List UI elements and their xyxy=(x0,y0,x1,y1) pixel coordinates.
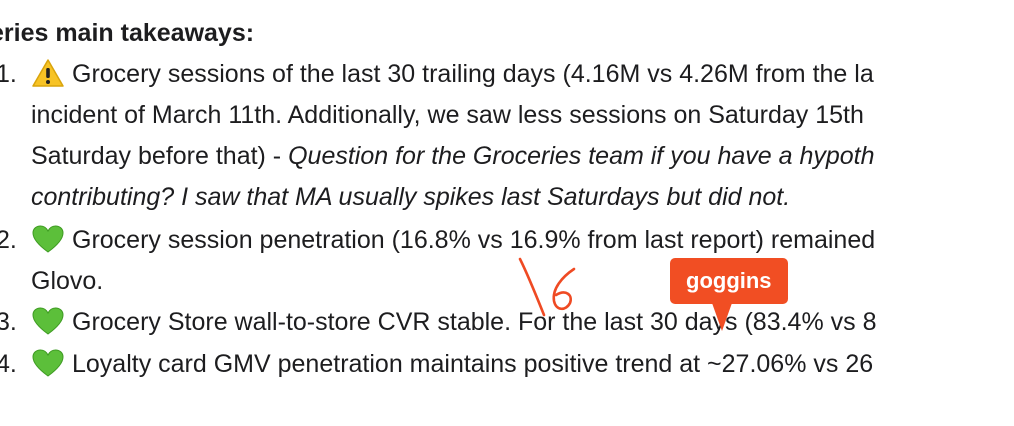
document-view: eries main takeaways: 1. Grocery session… xyxy=(0,0,1014,426)
list-item-body: Grocery Store wall-to-store CVR stable. … xyxy=(31,302,876,343)
list-number: 1. xyxy=(0,60,17,88)
list-item-line: contributing? I saw that MA usually spik… xyxy=(31,183,791,211)
comment-tag[interactable]: goggins xyxy=(670,258,788,304)
list-number: 4. xyxy=(0,350,17,378)
list-item-line: Grocery Store wall-to-store CVR stable. … xyxy=(31,302,876,343)
italic-question: Question for the Groceries team if you h… xyxy=(288,142,875,170)
scribble-annotation[interactable] xyxy=(514,255,584,325)
list-item-body: Loyalty card GMV penetration maintains p… xyxy=(31,344,873,385)
comment-tag-pointer xyxy=(712,303,732,331)
section-heading: eries main takeaways: xyxy=(0,19,255,47)
list-item-line: Loyalty card GMV penetration maintains p… xyxy=(31,344,873,385)
list-item-line: incident of March 11th. Additionally, we… xyxy=(31,101,864,129)
list-number: 2. xyxy=(0,226,17,254)
green-heart-icon xyxy=(31,224,65,254)
list-item-line: Grocery sessions of the last 30 trailing… xyxy=(31,54,875,95)
list-item-line: Grocery session penetration (16.8% vs 16… xyxy=(31,220,875,261)
list-item-line: Saturday before that) - Question for the… xyxy=(31,142,875,170)
green-heart-icon xyxy=(31,348,65,378)
list-item-body: Grocery sessions of the last 30 trailing… xyxy=(31,54,875,218)
green-heart-icon xyxy=(31,306,65,336)
warning-icon xyxy=(31,58,65,88)
list-number: 3. xyxy=(0,308,17,336)
